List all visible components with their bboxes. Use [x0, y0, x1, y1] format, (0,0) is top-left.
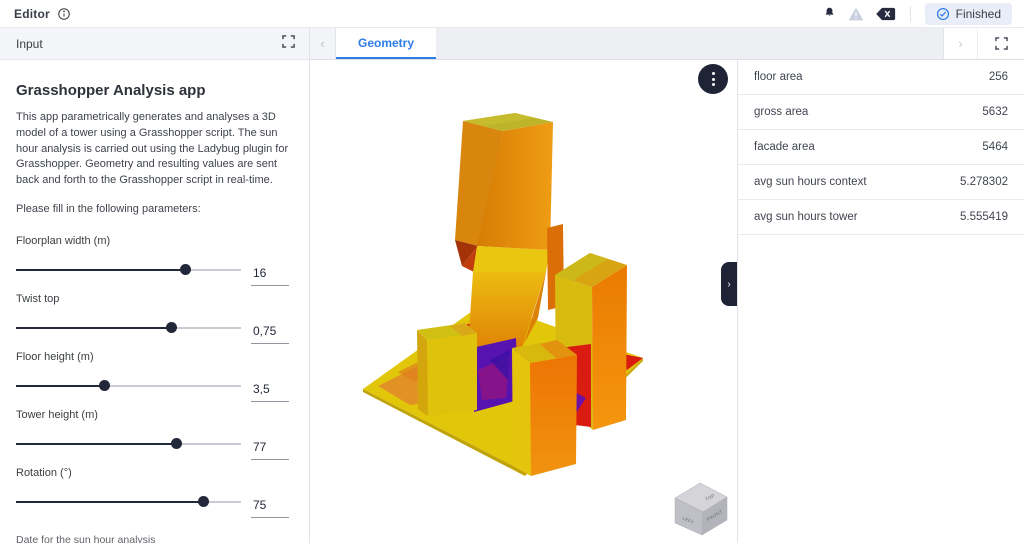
- slider-floor-height: Floor height (m) 3,5: [16, 351, 289, 403]
- slider-value-field[interactable]: 77: [251, 439, 289, 461]
- warnings-icon[interactable]: [848, 7, 864, 21]
- value-label: avg sun hours tower: [754, 211, 858, 223]
- value-number: 5632: [982, 106, 1008, 118]
- date-field: Date for the sun hour analysis 2023-03-2…: [16, 534, 289, 543]
- slider-track[interactable]: [16, 380, 241, 392]
- tab-geometry[interactable]: Geometry: [336, 28, 437, 59]
- check-circle-icon: [936, 7, 950, 21]
- slider-label: Tower height (m): [16, 409, 98, 422]
- slider-track[interactable]: [16, 264, 241, 276]
- app-title: Grasshopper Analysis app: [16, 82, 206, 99]
- slider-value-field[interactable]: 0,75: [251, 323, 289, 345]
- value-row-avg-sun-hours-tower: avg sun hours tower 5.555419: [738, 200, 1024, 235]
- value-row-avg-sun-hours-context: avg sun hours context 5.278302: [738, 165, 1024, 200]
- value-number: 5.555419: [960, 211, 1008, 223]
- kebab-dot: [711, 77, 715, 81]
- date-field-label: Date for the sun hour analysis: [16, 534, 156, 543]
- slider-floorplan-width: Floorplan width (m) 16: [16, 235, 289, 287]
- tabs-scroll-left-icon[interactable]: ‹: [310, 28, 336, 59]
- slider-tower-height: Tower height (m) 77: [16, 409, 289, 461]
- notifications-bell-icon[interactable]: [822, 6, 837, 21]
- slider-value-field[interactable]: 3,5: [251, 381, 289, 403]
- tabs-scroll-right-icon[interactable]: ›: [944, 28, 978, 59]
- finished-label: Finished: [955, 6, 1001, 21]
- shadow-analysis-patches: [472, 338, 518, 412]
- input-panel-header: Input: [0, 28, 309, 60]
- expand-panel-icon[interactable]: [282, 34, 295, 53]
- slider-track[interactable]: [16, 322, 241, 334]
- context-box-left: [417, 323, 477, 416]
- value-number: 5.278302: [960, 176, 1008, 188]
- collapse-panel-toggle[interactable]: ›: [721, 262, 737, 306]
- tower: [455, 113, 553, 348]
- input-panel-title: Input: [16, 36, 43, 51]
- tab-geometry-label: Geometry: [358, 35, 415, 50]
- value-row-gross-area: gross area 5632: [738, 95, 1024, 130]
- kebab-dot: [711, 72, 715, 75]
- slider-thumb[interactable]: [197, 496, 209, 508]
- input-panel-content: Grasshopper Analysis app This app parame…: [0, 60, 309, 543]
- slider-twist-top: Twist top 0,75: [16, 293, 289, 345]
- viewport-canvas[interactable]: TOP LEFT FRONT ›: [310, 60, 737, 543]
- finished-status-button[interactable]: Finished: [924, 2, 1012, 25]
- slider-rotation: Rotation (°) 75: [16, 467, 289, 519]
- chevron-right-icon: ›: [727, 278, 731, 290]
- nav-cube[interactable]: TOP LEFT FRONT: [674, 482, 728, 536]
- topbar-divider: [909, 5, 911, 22]
- top-bar: Editor Finished: [0, 0, 1024, 28]
- slider-track[interactable]: [16, 496, 241, 508]
- slider-thumb[interactable]: [166, 322, 178, 334]
- value-row-facade-area: facade area 5464: [738, 130, 1024, 165]
- value-label: gross area: [754, 106, 809, 118]
- value-label: facade area: [754, 141, 815, 153]
- value-number: 256: [988, 71, 1008, 83]
- editor-title: Editor: [14, 6, 50, 21]
- 3d-model: TOP LEFT FRONT: [363, 113, 728, 536]
- value-label: floor area: [754, 71, 803, 83]
- input-panel: Input Grasshopper Analysis app This app …: [0, 28, 310, 543]
- slider-label: Floor height (m): [16, 351, 94, 364]
- slider-thumb[interactable]: [179, 264, 191, 276]
- kebab-dot: [711, 83, 715, 86]
- value-row-floor-area: floor area 256: [738, 60, 1024, 95]
- slider-value-field[interactable]: 16: [251, 265, 289, 287]
- viewer-tab-strip: ‹ Geometry ›: [310, 28, 1024, 60]
- slider-track[interactable]: [16, 438, 241, 450]
- slider-label: Rotation (°): [16, 467, 72, 480]
- slider-thumb[interactable]: [98, 380, 110, 392]
- value-number: 5464: [982, 141, 1008, 153]
- info-icon[interactable]: [57, 7, 71, 21]
- value-label: avg sun hours context: [754, 176, 867, 188]
- expand-viewer-icon[interactable]: [978, 28, 1024, 59]
- slider-label: Floorplan width (m): [16, 235, 111, 248]
- viewport-menu-button[interactable]: [698, 64, 728, 94]
- app-instruction: Please fill in the following parameters:: [16, 203, 201, 216]
- output-values-panel: floor area 256 gross area 5632 facade ar…: [737, 60, 1024, 543]
- context-box-front: [512, 340, 577, 476]
- slider-label: Twist top: [16, 293, 60, 306]
- app-description: This app parametrically generates and an…: [16, 111, 289, 187]
- slider-value-field[interactable]: 75: [251, 497, 289, 519]
- slider-thumb[interactable]: [170, 438, 182, 450]
- clear-backspace-icon[interactable]: [875, 7, 896, 21]
